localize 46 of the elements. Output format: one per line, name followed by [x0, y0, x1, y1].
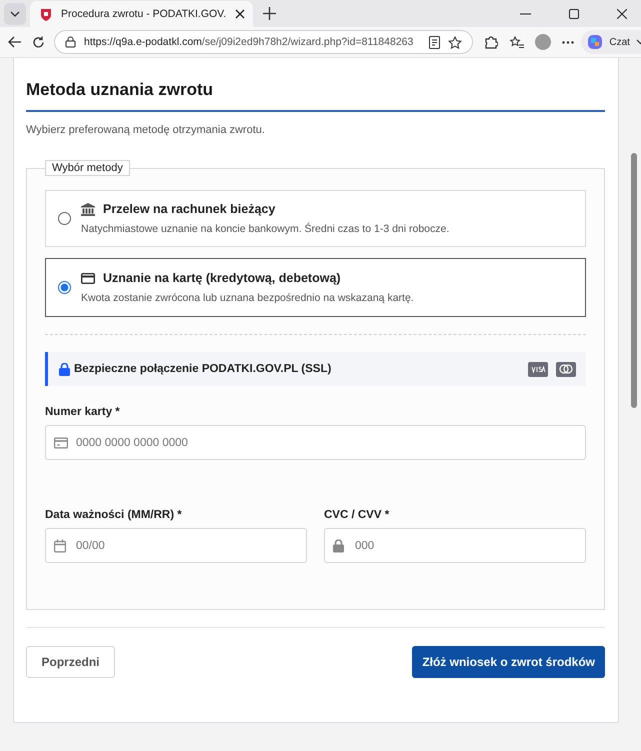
page-title: Metoda uznania zwrotu: [26, 80, 605, 112]
method-option[interactable]: Uznanie na kartę (kredytową, debetową) Kwota zostanie zwrócona lub uznana bezpośrednio na wskazaną kartę.: [45, 258, 586, 317]
method-description: Natychmiastowe uznanie na koncie bankowym. Średni czas to 1-3 dni robocze.: [81, 223, 450, 235]
method-description: Kwota zostanie zwrócona lub uznana bezpośrednio na wskazaną kartę.: [81, 292, 414, 304]
close-icon[interactable]: [235, 9, 246, 19]
cvc-field[interactable]: 000: [324, 528, 586, 563]
minimize-icon[interactable]: [520, 12, 531, 14]
back-icon[interactable]: [8, 36, 21, 48]
secure-connection-text: Bezpieczne połączenie PODATKI.GOV.PL (SSL): [74, 363, 332, 375]
mastercard-logo-icon: [556, 362, 576, 376]
address-bar[interactable]: https://q9a.e-podatkl.com/se/j09i2ed9h78h2/wizard.php?id=811848263: [54, 30, 474, 54]
field-label: Numer karty *: [45, 406, 121, 418]
previous-button[interactable]: Poprzedni: [26, 646, 115, 678]
method-option[interactable]: Przelew na rachunek bieżący Natychmiastowe uznanie na koncie bankowym. Średni czas to 1-3 dni robocze.: [45, 190, 586, 247]
radio-button[interactable]: [58, 281, 71, 294]
visa-logo-icon: [528, 362, 548, 376]
copilot-icon: [587, 34, 604, 50]
maximize-icon[interactable]: [569, 8, 579, 18]
favorites-icon[interactable]: [509, 36, 524, 48]
profile-avatar[interactable]: [535, 34, 552, 50]
more-icon[interactable]: [562, 40, 574, 44]
lock-icon: [59, 362, 70, 376]
method-title: Uznanie na kartę (kredytową, debetową): [103, 271, 341, 285]
field-label: Data ważności (MM/RR) *: [45, 509, 183, 521]
shield-icon: [40, 8, 52, 20]
copilot-button[interactable]: Czat: [581, 30, 641, 54]
fieldset-legend: Wybór metody: [45, 160, 130, 176]
reader-icon[interactable]: [429, 36, 440, 48]
bank-icon: [81, 202, 95, 216]
scrollbar-thumb[interactable]: [631, 153, 637, 408]
card-number-field[interactable]: 0000 0000 0000 0000: [45, 425, 586, 460]
radio-button[interactable]: [58, 212, 71, 225]
expiry-date-field[interactable]: 00/00: [45, 528, 307, 563]
browser-tab[interactable]: Procedura zwrotu - PODATKI.GOV.: [30, 1, 254, 27]
close-window-icon[interactable]: [617, 8, 627, 18]
puzzle-icon[interactable]: [484, 35, 498, 49]
field-label: CVC / CVV *: [324, 509, 390, 521]
card-icon: [81, 272, 95, 284]
new-tab-icon[interactable]: [263, 7, 276, 20]
reload-icon[interactable]: [32, 36, 45, 48]
subtitle: Wybierz preferowaną metodę otrzymania zwrotu.: [26, 124, 266, 136]
submit-button[interactable]: Złóż wniosek o zwrot środków: [412, 646, 605, 678]
star-icon[interactable]: [448, 36, 462, 48]
tab-list-icon[interactable]: [4, 2, 26, 24]
site-info-icon[interactable]: [65, 36, 76, 48]
method-title: Przelew na rachunek bieżący: [103, 202, 276, 216]
